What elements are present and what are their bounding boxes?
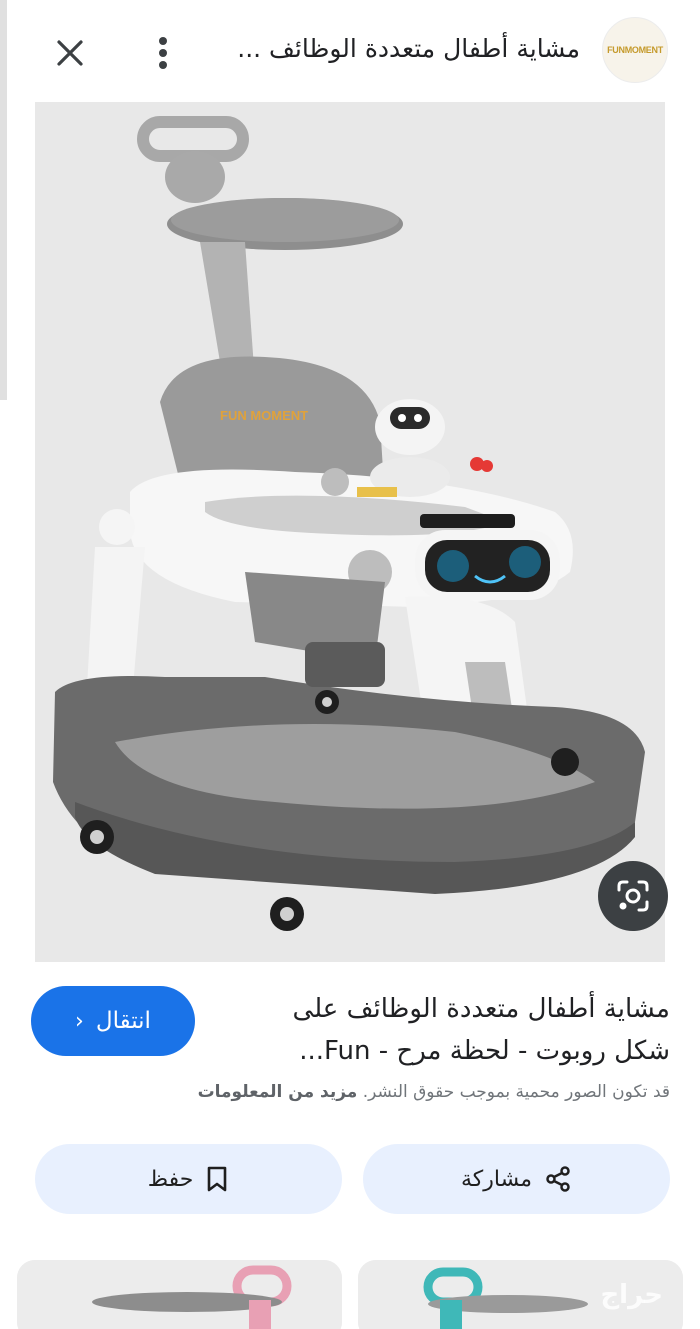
- result-title-line1: مشاية أطفال متعددة الوظائف على: [292, 994, 670, 1024]
- result-title-line2: شكل روبوت - لحظة مرح - Fun...: [299, 1036, 670, 1066]
- share-icon: [546, 1166, 570, 1192]
- save-label: حفظ: [147, 1166, 194, 1192]
- chevron-left-icon: ‹: [75, 1008, 84, 1034]
- watermark-text: حراج: [600, 1280, 663, 1310]
- related-image[interactable]: [17, 1260, 342, 1329]
- more-options-button[interactable]: [146, 33, 180, 73]
- close-icon: [57, 40, 83, 66]
- visit-button[interactable]: انتقال ‹: [31, 986, 195, 1056]
- result-title[interactable]: مشاية أطفال متعددة الوظائف على شكل روبوت…: [240, 988, 670, 1072]
- share-button[interactable]: مشاركة: [363, 1144, 670, 1214]
- save-button[interactable]: حفظ: [35, 1144, 342, 1214]
- related-image[interactable]: حراج: [358, 1260, 683, 1329]
- main-image[interactable]: FUN MOMENT: [35, 102, 665, 962]
- site-logo[interactable]: FUNMOMENT: [602, 17, 668, 83]
- site-logo-text: FUNMOMENT: [607, 45, 663, 55]
- visit-label: انتقال: [95, 1008, 151, 1034]
- page-title: مشاية أطفال متعددة الوظائف ...: [237, 34, 580, 63]
- copyright-notice: قد تكون الصور محمية بموجب حقوق النشر. مز…: [198, 1082, 670, 1102]
- more-info-link[interactable]: مزيد من المعلومات: [198, 1082, 358, 1102]
- baby-walker-illustration: FUN MOMENT: [35, 102, 665, 962]
- more-vert-icon: [159, 37, 167, 69]
- google-lens-icon: [617, 880, 649, 912]
- copyright-text: قد تكون الصور محمية بموجب حقوق النشر.: [362, 1082, 670, 1102]
- bookmark-icon: [208, 1166, 227, 1192]
- share-label: مشاركة: [461, 1166, 533, 1192]
- related-walker-pink: [17, 1260, 342, 1329]
- google-lens-button[interactable]: [598, 861, 668, 931]
- viewer-header: مشاية أطفال متعددة الوظائف ... FUNMOMENT: [0, 0, 700, 100]
- brand-text: FUN MOMENT: [220, 408, 308, 423]
- close-button[interactable]: [50, 33, 90, 73]
